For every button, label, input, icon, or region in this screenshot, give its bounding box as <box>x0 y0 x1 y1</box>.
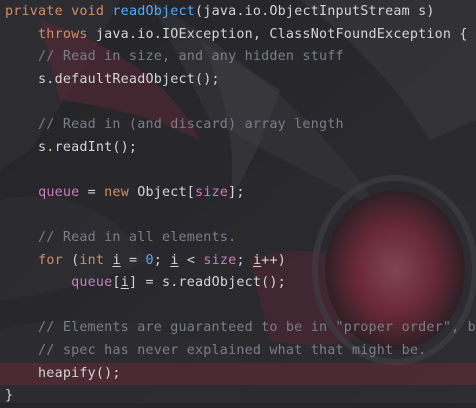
code-token: = <box>120 252 146 268</box>
code-token: < <box>178 252 204 268</box>
code-token: ; <box>236 252 253 268</box>
code-token: // Read in all elements. <box>5 230 237 245</box>
code-line[interactable]: } <box>0 385 476 408</box>
code-token: (java.io.ObjectInputStream s) <box>195 4 435 19</box>
code-token: ; <box>153 252 171 268</box>
code-token: [ <box>112 275 121 291</box>
code-token: i <box>120 275 129 291</box>
code-token: 0 <box>145 252 154 268</box>
code-line[interactable]: // Read in (and discard) array length <box>0 114 476 137</box>
code-line[interactable] <box>0 295 476 318</box>
code-line[interactable]: throws java.io.IOException, ClassNotFoun… <box>0 24 476 47</box>
code-token: // Elements are guaranteed to be in "pro… <box>5 320 476 336</box>
code-token: size <box>203 252 237 268</box>
code-token: private <box>5 4 72 19</box>
code-token: heapify(); <box>5 365 121 381</box>
code-token: } <box>5 388 14 404</box>
code-line[interactable]: // Read in size, and any hidden stuff <box>0 46 476 69</box>
code-line[interactable]: // Elements are guaranteed to be in "pro… <box>0 317 476 340</box>
code-token: ++) <box>261 252 287 268</box>
code-line[interactable] <box>0 91 476 114</box>
code-line[interactable] <box>0 159 476 182</box>
code-line[interactable]: s.defaultReadObject(); <box>0 69 476 92</box>
code-token: void <box>71 4 113 19</box>
code-token: // Read in (and discard) array length <box>5 117 344 132</box>
code-token: ]; <box>228 184 245 200</box>
code-token: new <box>104 184 138 200</box>
code-token: // spec has never explained what that mi… <box>5 343 427 358</box>
code-token: size <box>195 184 229 200</box>
code-line[interactable]: // spec has never explained what that mi… <box>0 340 476 363</box>
code-line[interactable] <box>0 204 476 227</box>
code-token: queue <box>71 275 113 291</box>
code-line[interactable]: queue[i] = s.readObject(); <box>0 272 476 295</box>
code-line[interactable]: queue = new Object[size]; <box>0 182 476 205</box>
code-token: int <box>79 252 113 268</box>
code-token: throws <box>5 26 96 42</box>
code-token: for <box>38 252 72 268</box>
code-token: i <box>170 252 179 268</box>
code-line[interactable]: for (int i = 0; i < size; i++) <box>0 250 476 273</box>
code-token: queue <box>38 184 80 200</box>
code-token: = <box>79 184 105 200</box>
code-token: s.readInt(); <box>5 139 138 155</box>
code-token: i <box>252 252 262 268</box>
code-line[interactable]: heapify(); <box>0 362 476 386</box>
code-editor[interactable]: private void readObject(java.io.ObjectIn… <box>0 0 476 403</box>
code-line[interactable]: s.readInt(); <box>0 137 476 160</box>
code-token: ] = s.readObject(); <box>128 275 286 291</box>
code-token: Object[ <box>137 184 196 200</box>
code-token: readObject <box>112 4 196 19</box>
code-token: java.io.IOException, ClassNotFoundExcept… <box>95 26 468 42</box>
code-token: s.defaultReadObject(); <box>5 71 220 87</box>
code-token: i <box>112 252 121 268</box>
code-token: // Read in size, and any hidden stuff <box>5 49 344 65</box>
code-line[interactable]: private void readObject(java.io.ObjectIn… <box>0 1 476 24</box>
code-line[interactable]: // Read in all elements. <box>0 227 476 250</box>
